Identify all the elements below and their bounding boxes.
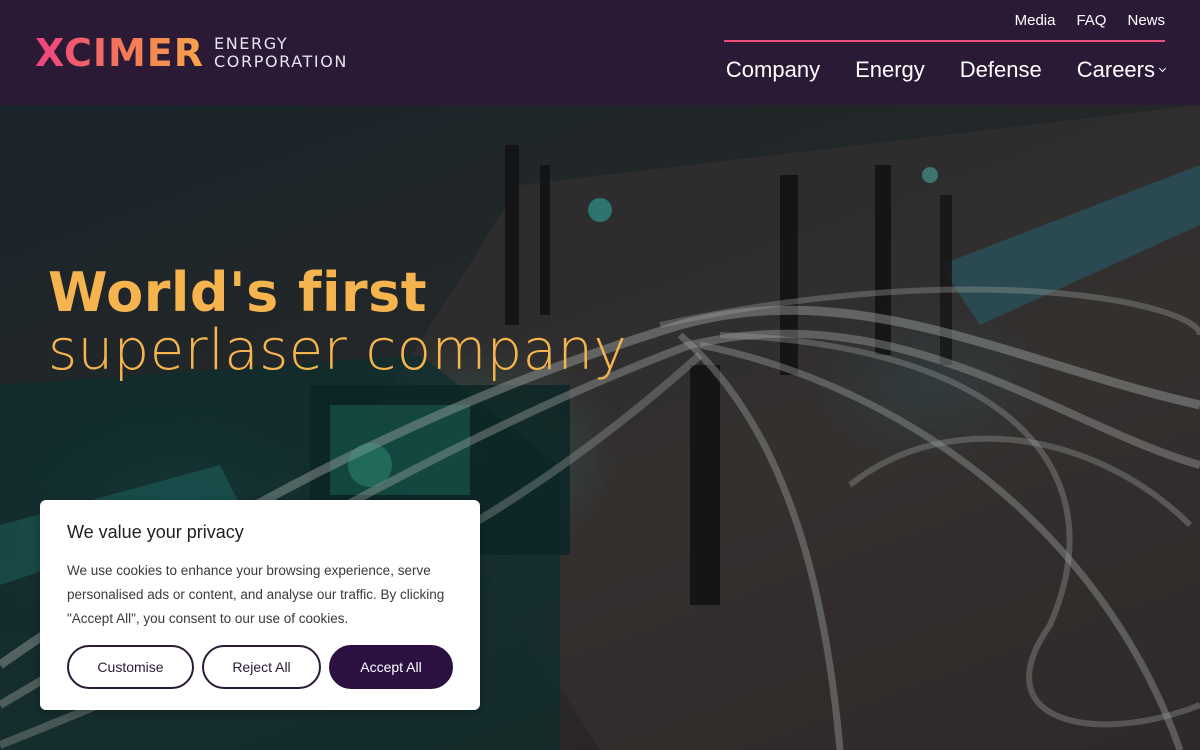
logo-wordmark: XCIMER [35, 31, 205, 75]
xcimer-logo[interactable]: XCIMER ENERGY CORPORATION [35, 34, 348, 72]
hero-heading-line2: superlaser company [48, 318, 628, 383]
nav-divider [724, 40, 1165, 42]
logo-subtitle-line1: ENERGY [214, 34, 289, 53]
cookie-title: We value your privacy [67, 522, 244, 542]
utility-nav: Media FAQ News [1015, 12, 1165, 29]
main-nav: Company Energy Defense Careers [726, 57, 1167, 83]
nav-item-company[interactable]: Company [726, 57, 820, 83]
nav-item-defense[interactable]: Defense [960, 57, 1042, 83]
nav-item-energy[interactable]: Energy [855, 57, 925, 83]
nav-item-careers[interactable]: Careers [1076, 57, 1167, 83]
logo-subtitle: ENERGY CORPORATION [214, 35, 348, 71]
nav-item-careers-label: Careers [1076, 57, 1155, 82]
hero-heading: World's first superlaser company [48, 263, 627, 379]
chevron-down-icon [1158, 64, 1167, 72]
nav-link-media[interactable]: Media [1015, 12, 1056, 29]
customise-button[interactable]: Customise [67, 645, 194, 689]
accept-all-button[interactable]: Accept All [329, 645, 453, 689]
nav-link-faq[interactable]: FAQ [1076, 12, 1106, 29]
site-header: XCIMER ENERGY CORPORATION Media FAQ News… [0, 0, 1200, 105]
hero-heading-line1: World's first [48, 261, 428, 324]
logo-subtitle-line2: CORPORATION [214, 52, 348, 71]
reject-all-button[interactable]: Reject All [202, 645, 321, 689]
cookie-consent-banner: We value your privacy We use cookies to … [40, 500, 480, 710]
cookie-actions: Customise Reject All Accept All [67, 645, 453, 689]
cookie-description: We use cookies to enhance your browsing … [67, 563, 445, 626]
nav-link-news[interactable]: News [1127, 12, 1165, 29]
